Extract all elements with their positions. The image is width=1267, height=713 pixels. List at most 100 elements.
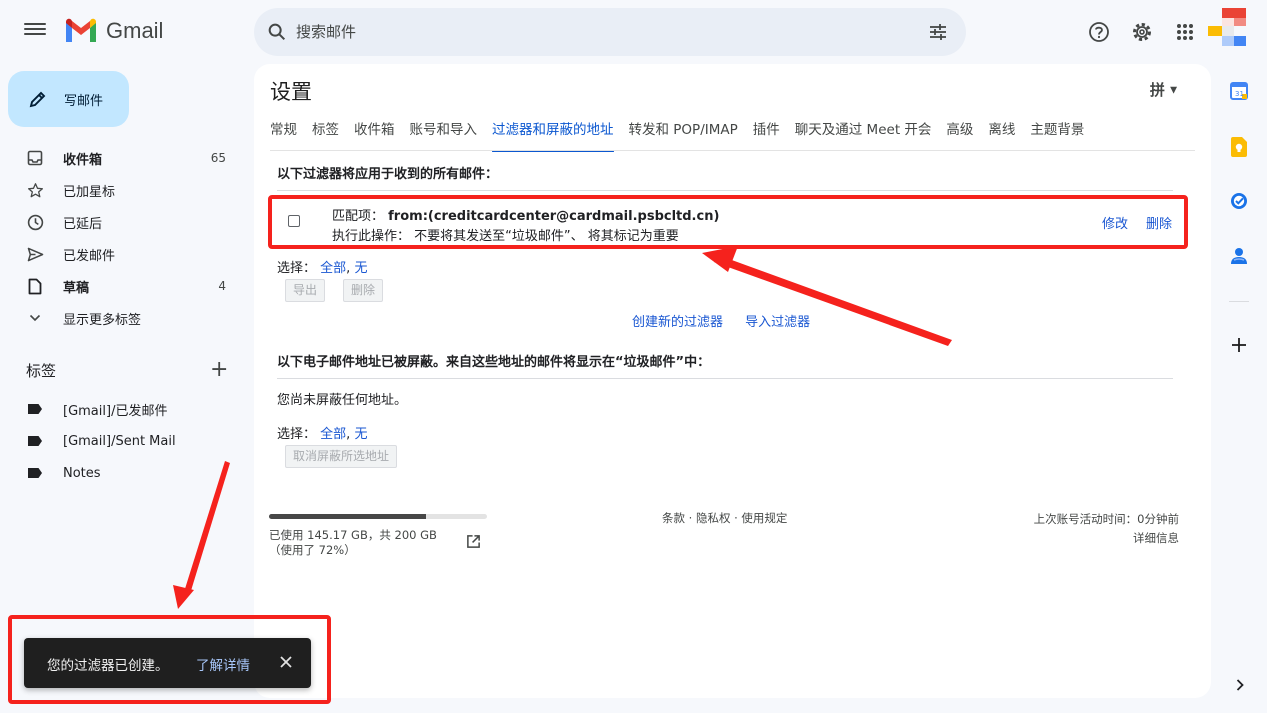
search-input[interactable] (296, 8, 896, 56)
contacts-icon[interactable] (1229, 246, 1249, 266)
create-filter-link[interactable]: 创建新的过滤器 (632, 315, 723, 330)
caret-down-icon: ▼ (1170, 85, 1177, 96)
no-blocked-text: 您尚未屏蔽任何地址。 (277, 393, 408, 408)
storage-meter (269, 514, 487, 519)
sidebar-item-more[interactable]: 显示更多标签 (0, 302, 244, 334)
blocked-select-row: 选择： 全部, 无 (277, 423, 367, 442)
calendar-icon[interactable]: 31 (1229, 81, 1249, 101)
select-all-link[interactable]: 全部 (320, 427, 346, 442)
sidebar-item-label: 已发邮件 (63, 248, 116, 264)
select-all-link[interactable]: 全部 (320, 261, 346, 276)
keep-icon[interactable] (1229, 137, 1249, 157)
chevron-down-icon (26, 309, 44, 327)
label-name: [Gmail]/已发邮件 (63, 403, 168, 419)
side-panel-rail: 31 (1211, 64, 1267, 713)
settings-tabs: 常规 标签 收件箱 账号和导入 过滤器和屏蔽的地址 转发和 POP/IMAP 插… (270, 120, 1099, 152)
select-none-link[interactable]: 无 (354, 427, 367, 442)
rail-divider (1229, 301, 1249, 302)
settings-gear-icon[interactable] (1130, 20, 1154, 44)
tab-accounts[interactable]: 账号和导入 (410, 120, 478, 152)
select-label: 选择： (277, 261, 317, 276)
chevron-right-icon[interactable] (1231, 676, 1249, 694)
annotation-arrowhead (173, 585, 194, 609)
details-link[interactable]: 详细信息 (1034, 529, 1179, 548)
filter-row: 匹配项： from:(creditcardcenter@cardmail.psb… (268, 195, 1188, 249)
action-value: 不要将其发送至“垃圾邮件”、 将其标记为重要 (414, 229, 679, 244)
gmail-m-icon (66, 18, 96, 42)
label-item[interactable]: [Gmail]/已发邮件 (0, 393, 244, 425)
compose-button[interactable]: 写邮件 (8, 71, 129, 127)
draft-file-icon (26, 277, 44, 295)
tab-labels[interactable]: 标签 (312, 120, 339, 152)
main-menu-icon[interactable] (24, 20, 46, 42)
account-avatar[interactable] (1208, 8, 1248, 46)
help-icon[interactable] (1087, 20, 1111, 44)
unblock-button[interactable]: 取消屏蔽所选地址 (285, 445, 398, 468)
tab-filters[interactable]: 过滤器和屏蔽的地址 (492, 120, 614, 152)
apps-grid-icon[interactable] (1173, 20, 1197, 44)
input-tools-menu[interactable]: 拼 ▼ (1150, 79, 1177, 100)
tab-themes[interactable]: 主题背景 (1030, 120, 1084, 152)
export-button[interactable]: 导出 (285, 279, 326, 302)
separator-comma: , (346, 261, 351, 276)
sidebar-item-label: 收件箱 (63, 152, 103, 168)
divider (277, 378, 1173, 379)
sidebar-item-label: 草稿 (63, 280, 90, 296)
delete-filter-link[interactable]: 删除 (1146, 213, 1172, 232)
label-item[interactable]: [Gmail]/Sent Mail (0, 425, 244, 457)
sidebar-item-sent[interactable]: 已发邮件 (0, 238, 244, 270)
select-none-link[interactable]: 无 (354, 261, 367, 276)
tab-advanced[interactable]: 高级 (946, 120, 973, 152)
add-app-icon[interactable] (1229, 335, 1249, 355)
compose-label: 写邮件 (64, 93, 104, 109)
select-label: 选择： (277, 427, 317, 442)
label-name: [Gmail]/Sent Mail (63, 433, 176, 449)
search-bar[interactable] (254, 8, 966, 56)
label-name: Notes (63, 465, 101, 481)
action-label: 执行此操作： (332, 229, 411, 244)
import-filter-link[interactable]: 导入过滤器 (745, 315, 810, 330)
sidebar-item-label: 已加星标 (63, 184, 116, 200)
separator-comma: , (346, 427, 351, 442)
top-bar: Gmail (0, 0, 1267, 64)
tab-inbox[interactable]: 收件箱 (354, 120, 395, 152)
external-link-icon[interactable] (466, 534, 481, 549)
labels-list: [Gmail]/已发邮件 [Gmail]/Sent Mail Notes (0, 393, 244, 489)
divider (277, 190, 1173, 191)
blocked-heading: 以下电子邮件地址已被屏蔽。来自这些地址的邮件将显示在“垃圾邮件”中： (277, 355, 711, 370)
tab-forwarding[interactable]: 转发和 POP/IMAP (629, 120, 738, 152)
match-label: 匹配项： (332, 209, 385, 224)
tasks-icon[interactable] (1229, 191, 1249, 211)
tab-general[interactable]: 常规 (270, 120, 297, 152)
edit-filter-link[interactable]: 修改 (1102, 213, 1128, 232)
filter-checkbox[interactable] (288, 215, 300, 227)
storage-meter-fill (269, 514, 426, 519)
search-icon[interactable] (266, 21, 288, 43)
add-label-button[interactable]: + (210, 357, 228, 382)
label-tag-icon (26, 400, 44, 418)
sidebar-item-drafts[interactable]: 草稿 4 (0, 270, 244, 302)
annotation-highlight-box (8, 615, 331, 704)
filter-select-row: 选择： 全部, 无 (277, 257, 367, 276)
sidebar-item-starred[interactable]: 已加星标 (0, 174, 244, 206)
label-tag-icon (26, 432, 44, 450)
delete-selected-button[interactable]: 删除 (343, 279, 384, 302)
label-tag-icon (26, 464, 44, 482)
filter-actions: 创建新的过滤器 导入过滤器 (632, 311, 828, 330)
sidebar-item-inbox[interactable]: 收件箱 65 (0, 142, 244, 174)
footer-links[interactable]: 条款 · 隐私权 · 使用规定 (662, 510, 787, 526)
pencil-icon (29, 91, 46, 108)
tab-chat-meet[interactable]: 聊天及通过 Meet 开会 (795, 120, 932, 152)
settings-panel: 设置 拼 ▼ 常规 标签 收件箱 账号和导入 过滤器和屏蔽的地址 转发和 POP… (254, 64, 1211, 698)
label-item[interactable]: Notes (0, 457, 244, 489)
tab-addons[interactable]: 插件 (753, 120, 780, 152)
send-icon (26, 245, 44, 263)
sidebar-item-snoozed[interactable]: 已延后 (0, 206, 244, 238)
filter-match: 匹配项： from:(creditcardcenter@cardmail.psb… (332, 205, 719, 224)
tab-offline[interactable]: 离线 (988, 120, 1015, 152)
labels-heading: 标签 (26, 362, 57, 380)
gmail-logo[interactable]: Gmail (64, 18, 163, 44)
search-options-icon[interactable] (928, 22, 948, 42)
input-tool-label: 拼 (1149, 81, 1165, 99)
sidebar-item-label: 显示更多标签 (63, 312, 142, 328)
